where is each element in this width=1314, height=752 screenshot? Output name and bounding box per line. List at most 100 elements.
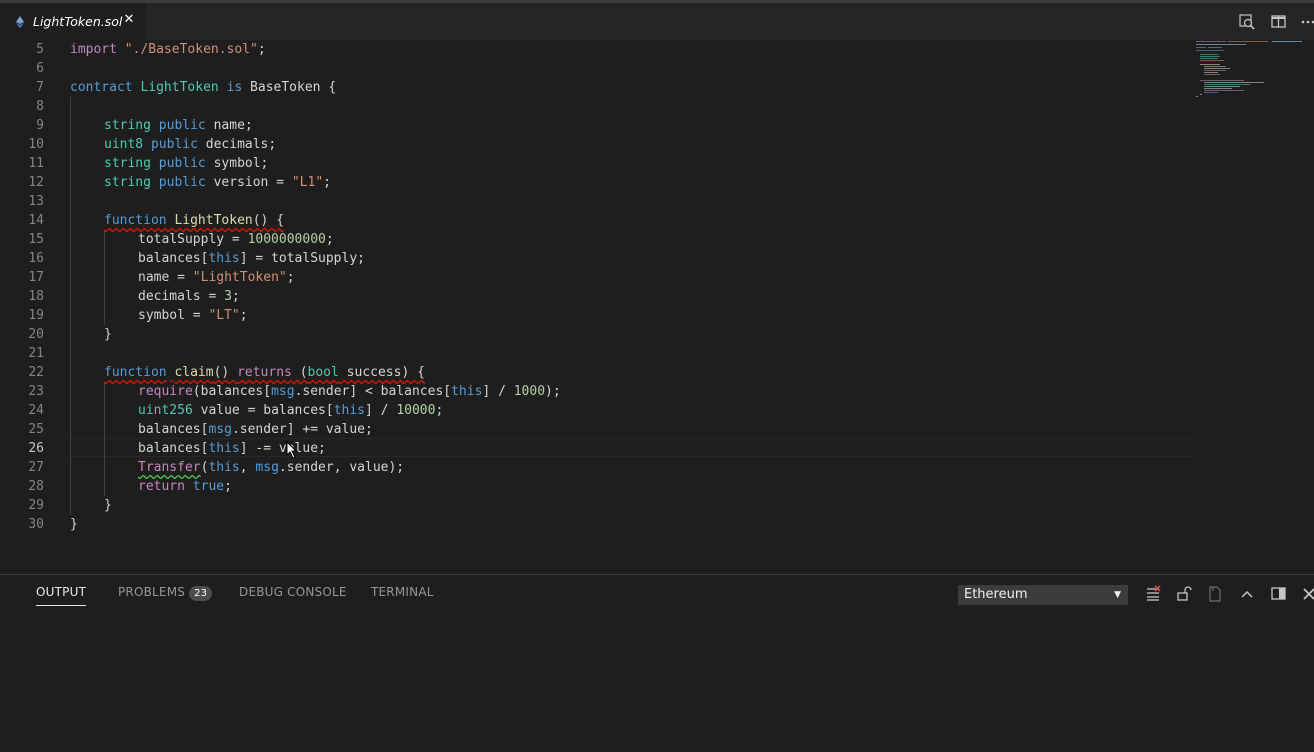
code-editor[interactable]: 5 6 7 8 9 10 11 12 13 14 15 16 17 18 19 … — [0, 40, 1314, 574]
token: name = — [138, 270, 193, 285]
token-function: LightToken — [174, 213, 253, 228]
lock-scroll-icon[interactable] — [1175, 585, 1193, 603]
line-number: 20 — [28, 327, 44, 342]
line-number: 13 — [28, 194, 44, 209]
code-area[interactable]: import "./BaseToken.sol"; contract Light… — [70, 40, 1190, 574]
code-line-22: function claim() returns (bool success) … — [104, 363, 425, 382]
token: , — [239, 460, 256, 475]
token: value = balances[ — [192, 403, 334, 418]
token: version = — [205, 175, 292, 190]
code-line-23: require(balances[msg.sender] < balances[… — [138, 382, 561, 401]
token: symbol = — [138, 308, 209, 323]
token-keyword: msg — [271, 384, 295, 399]
line-number: 19 — [28, 308, 44, 323]
token-type: uint256 — [138, 403, 193, 418]
line-number: 17 — [28, 270, 44, 285]
tab-terminal[interactable]: TERMINAL — [371, 585, 434, 605]
clear-output-icon[interactable] — [1144, 585, 1162, 603]
line-number: 12 — [28, 175, 44, 190]
line-number: 6 — [36, 61, 44, 76]
tab-filename: LightToken.sol — [33, 14, 123, 29]
token: ; — [239, 308, 248, 323]
token-keyword: public — [158, 156, 206, 171]
code-line-28: return true; — [138, 477, 232, 496]
more-actions-icon[interactable] — [1300, 13, 1314, 31]
line-number: 10 — [28, 137, 44, 152]
line-number: 9 — [36, 118, 44, 133]
token: ; — [224, 479, 232, 494]
token-number: 3 — [224, 289, 232, 304]
tab-problems-label: PROBLEMS — [118, 585, 186, 599]
token: symbol; — [205, 156, 269, 171]
line-number: 18 — [28, 289, 44, 304]
line-number-active: 26 — [28, 441, 44, 456]
close-tab-icon[interactable]: ✕ — [122, 13, 136, 27]
code-line-30: } — [70, 515, 78, 534]
token-number: 1000000000 — [247, 232, 326, 247]
token: } — [104, 327, 112, 342]
line-number: 22 — [28, 365, 44, 380]
code-line-10: uint8 public decimals; — [104, 135, 276, 154]
open-preview-icon[interactable] — [1238, 13, 1256, 31]
problems-count-badge: 23 — [189, 586, 213, 601]
toggle-panel-position-icon[interactable] — [1270, 585, 1288, 603]
maximize-panel-icon[interactable] — [1238, 585, 1256, 603]
code-line-14: function LightToken() { — [104, 211, 284, 230]
token-keyword: msg — [208, 422, 232, 437]
token-string: "L1" — [291, 175, 324, 190]
code-line-11: string public symbol; — [104, 154, 268, 173]
code-line-12: string public version = "L1"; — [104, 173, 331, 192]
tab-lighttoken-sol[interactable]: LightToken.sol ✕ — [0, 3, 146, 40]
line-number: 29 — [28, 498, 44, 513]
code-line-5: import "./BaseToken.sol"; — [70, 40, 266, 59]
token: ( — [291, 365, 308, 380]
token: decimals = — [138, 289, 225, 304]
token-number: 10000 — [396, 403, 436, 418]
token: ; — [257, 42, 266, 57]
token: ] -= value; — [239, 441, 326, 456]
token: ; — [325, 232, 334, 247]
token-type: uint8 — [104, 137, 144, 152]
token-keyword: this — [208, 460, 240, 475]
token-keyword: function — [104, 365, 167, 380]
token-keyword: this — [333, 403, 365, 418]
token-keyword: true — [192, 479, 225, 494]
line-number: 30 — [28, 517, 44, 532]
tab-problems[interactable]: PROBLEMS 23 — [118, 585, 213, 605]
minimap[interactable] — [1192, 40, 1314, 120]
token: balances[ — [138, 251, 209, 266]
token: } — [104, 498, 112, 513]
line-number: 8 — [36, 99, 44, 114]
token-type: bool — [307, 365, 339, 380]
code-line-9: string public name; — [104, 116, 253, 135]
token: success) { — [338, 365, 425, 380]
close-panel-icon[interactable] — [1300, 585, 1314, 603]
editor-tab-bar: LightToken.sol ✕ — [0, 0, 1314, 40]
output-channel-select[interactable]: Ethereum ▼ — [958, 585, 1128, 605]
token: ); — [545, 384, 561, 399]
open-log-icon[interactable] — [1206, 585, 1224, 603]
token-type: LightToken — [140, 80, 219, 95]
token: ] / — [482, 384, 514, 399]
token: () — [213, 365, 238, 380]
line-number: 25 — [28, 422, 44, 437]
token: } — [70, 517, 78, 532]
code-line-29: } — [104, 496, 112, 515]
code-line-20: } — [104, 325, 112, 344]
output-channel-value: Ethereum — [964, 587, 1028, 602]
token-keyword: returns — [237, 365, 292, 380]
code-line-25: balances[msg.sender] += value; — [138, 420, 373, 439]
split-editor-icon[interactable] — [1270, 13, 1288, 31]
token-keyword: function — [104, 213, 167, 228]
token-keyword: public — [150, 137, 198, 152]
line-number: 15 — [28, 232, 44, 247]
token: ; — [231, 289, 240, 304]
token: BaseToken — [250, 80, 321, 95]
tab-output[interactable]: OUTPUT — [36, 585, 87, 606]
tab-debug-console[interactable]: DEBUG CONSOLE — [239, 585, 347, 605]
